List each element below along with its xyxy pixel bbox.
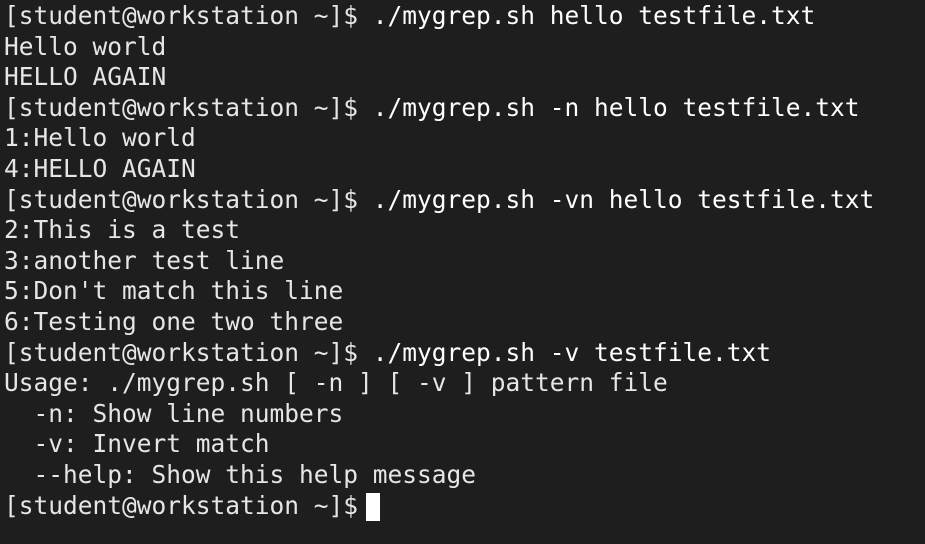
terminal-window[interactable]: [student@workstation ~]$ ./mygrep.sh hel… xyxy=(0,0,925,544)
active-command-line[interactable]: [student@workstation ~]$ xyxy=(4,491,925,522)
output-line: -v: Invert match xyxy=(4,429,270,459)
command-line: [student@workstation ~]$ ./mygrep.sh -vn… xyxy=(4,185,925,216)
output-line: Usage: ./mygrep.sh [ -n ] [ -v ] pattern… xyxy=(4,368,668,398)
text-cursor[interactable] xyxy=(366,492,381,521)
shell-prompt: [student@workstation ~]$ xyxy=(4,92,359,122)
output-line: --help: Show this help message xyxy=(4,459,477,489)
output-line: 3:another test line xyxy=(4,245,285,275)
output-line: Hello world xyxy=(4,31,167,61)
shell-prompt: [student@workstation ~]$ xyxy=(4,1,359,30)
highlighted-command: ./mygrep.sh hello testfile.txt xyxy=(372,1,816,30)
shell-prompt: [student@workstation ~]$ xyxy=(4,337,359,367)
output-line: 1:Hello world xyxy=(4,123,196,153)
output-line: 6:Testing one two three xyxy=(4,306,344,336)
highlighted-command: ./mygrep.sh -n hello testfile.txt xyxy=(372,92,860,122)
shell-prompt: [student@workstation ~]$ xyxy=(4,184,359,214)
output-line: 5:Don't match this line xyxy=(4,276,344,306)
shell-prompt: [student@workstation ~]$ xyxy=(4,490,359,520)
command-line: [student@workstation ~]$ ./mygrep.sh hel… xyxy=(4,1,925,32)
output-line: -n: Show line numbers xyxy=(4,398,344,428)
output-line: HELLO AGAIN xyxy=(4,62,167,92)
command-line: [student@workstation ~]$ ./mygrep.sh -v … xyxy=(4,338,925,369)
command-line: [student@workstation ~]$ ./mygrep.sh -n … xyxy=(4,93,925,124)
highlighted-command: ./mygrep.sh -v testfile.txt xyxy=(372,337,772,367)
highlighted-command: ./mygrep.sh -vn hello testfile.txt xyxy=(372,184,875,214)
output-line: 4:HELLO AGAIN xyxy=(4,153,196,183)
output-line: 2:This is a test xyxy=(4,215,241,245)
